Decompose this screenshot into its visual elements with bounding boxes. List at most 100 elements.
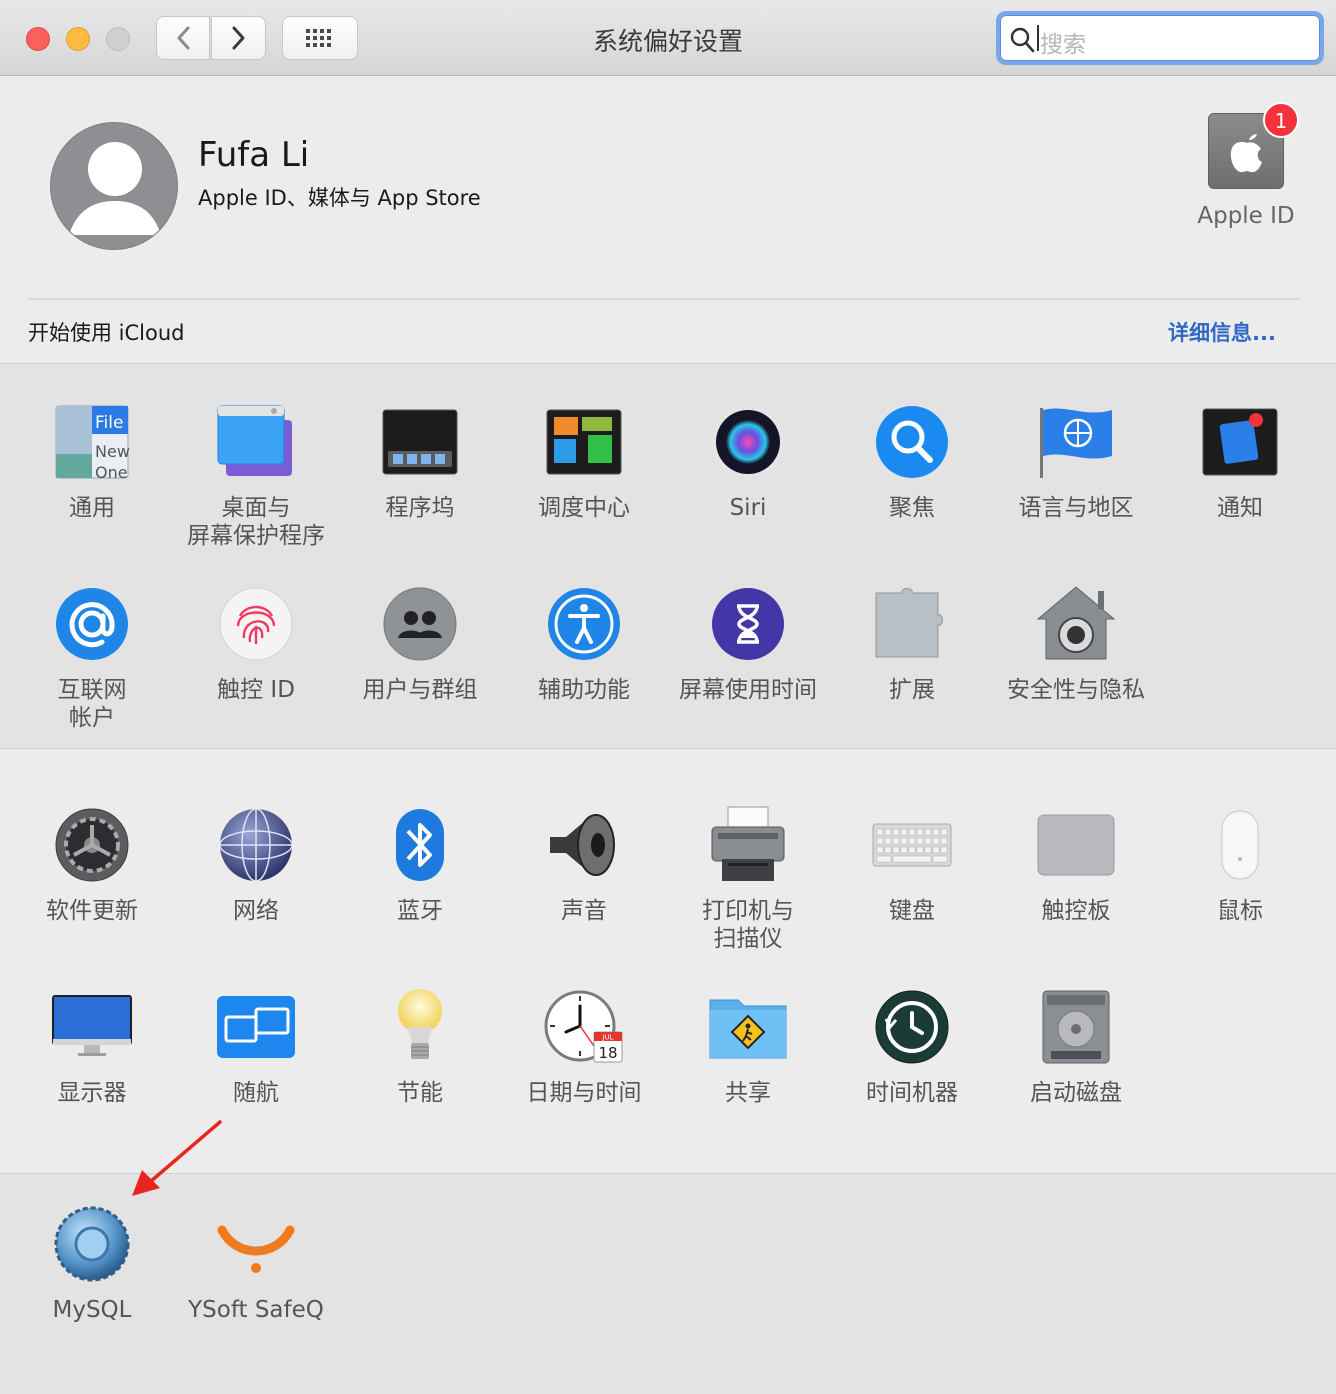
divider: [28, 298, 1300, 300]
mission-control-icon: [546, 409, 622, 475]
pane-mouse[interactable]: 鼠标: [1158, 805, 1322, 925]
users-groups-icon: [383, 587, 457, 661]
apple-id-pane[interactable]: 1 Apple ID: [1196, 102, 1299, 229]
annotation-arrow-icon: [132, 1120, 222, 1196]
pane-label: 语言与地区: [1018, 495, 1134, 521]
pane-dock[interactable]: 程序坞: [338, 402, 502, 522]
pane-sidecar[interactable]: 随航: [174, 987, 338, 1107]
pane-label: 安全性与隐私: [1007, 677, 1145, 703]
pane-security-privacy[interactable]: 安全性与隐私: [994, 584, 1158, 704]
security-privacy-icon: [1036, 586, 1116, 660]
pane-label: 蓝牙: [397, 898, 443, 924]
pane-label: 声音: [561, 898, 607, 924]
icloud-prompt: 开始使用 iCloud: [28, 321, 185, 345]
sound-icon: [550, 814, 615, 876]
search-placeholder: 搜索: [1040, 32, 1086, 58]
pane-spotlight[interactable]: 聚焦: [830, 402, 994, 522]
pane-startup-disk[interactable]: 启动磁盘: [994, 987, 1158, 1107]
svg-text:File: File: [95, 413, 123, 433]
pane-label: 通知: [1217, 495, 1263, 521]
general-icon: File New One: [55, 405, 130, 480]
pane-internet-accounts[interactable]: 互联网 帐户: [10, 584, 174, 732]
notifications-icon: [1202, 408, 1278, 476]
pane-notifications[interactable]: 通知: [1158, 402, 1322, 522]
user-subtitle: Apple ID、媒体与 App Store: [198, 186, 481, 210]
pane-sound[interactable]: 声音: [502, 805, 666, 925]
pane-trackpad[interactable]: 触控板: [994, 805, 1158, 925]
pane-bluetooth[interactable]: 蓝牙: [338, 805, 502, 925]
dock-icon: [382, 409, 458, 475]
sidecar-icon: [217, 996, 295, 1058]
title-bar: 系统偏好设置 搜索: [0, 0, 1336, 76]
pane-label: 时间机器: [866, 1080, 958, 1106]
pane-energy-saver[interactable]: 节能: [338, 987, 502, 1107]
pane-label: 用户与群组: [362, 677, 478, 703]
pane-language-region[interactable]: 语言与地区: [994, 402, 1158, 522]
mysql-icon: [54, 1206, 130, 1282]
keyboard-icon: [872, 823, 952, 867]
pane-displays[interactable]: 显示器: [10, 987, 174, 1107]
svg-text:18: 18: [598, 1044, 617, 1062]
account-header: Fufa Li Apple ID、媒体与 App Store 1 Apple I…: [0, 77, 1336, 363]
pane-sharing[interactable]: 共享: [666, 987, 830, 1107]
pane-label: 软件更新: [46, 898, 138, 924]
printer-scanner-icon: [711, 806, 785, 881]
time-machine-icon: [875, 990, 949, 1064]
svg-text:JUL: JUL: [601, 1034, 613, 1042]
pane-label: 聚焦: [889, 495, 935, 521]
pane-date-time[interactable]: JUL 18 日期与时间: [502, 987, 666, 1107]
pane-label: 随航: [233, 1080, 279, 1106]
pane-label: YSoft SafeQ: [188, 1297, 324, 1323]
pane-time-machine[interactable]: 时间机器: [830, 987, 994, 1107]
pane-extensions[interactable]: 扩展: [830, 584, 994, 704]
svg-text:One: One: [95, 463, 128, 480]
pane-general[interactable]: File New One 通用: [10, 402, 174, 522]
pane-network[interactable]: 网络: [174, 805, 338, 925]
avatar[interactable]: [50, 122, 178, 250]
pane-ysoft-safeq[interactable]: YSoft SafeQ: [174, 1204, 338, 1324]
pane-label: 调度中心: [538, 495, 630, 521]
apple-id-label: Apple ID: [1197, 203, 1295, 229]
language-region-icon: [1040, 408, 1112, 478]
pane-label: 日期与时间: [526, 1080, 642, 1106]
touch-id-icon: [219, 587, 293, 661]
pane-label: 通用: [69, 495, 115, 521]
pane-touch-id[interactable]: 触控 ID: [174, 584, 338, 704]
pane-label: 触控板: [1041, 898, 1111, 924]
pane-label: 启动磁盘: [1030, 1080, 1122, 1106]
pane-siri[interactable]: Siri: [666, 402, 830, 522]
internet-accounts-icon: [56, 588, 128, 660]
extensions-icon: [875, 588, 943, 658]
notification-badge: 1: [1263, 102, 1299, 138]
network-icon: [219, 808, 293, 882]
siri-icon: [712, 406, 784, 478]
pane-keyboard[interactable]: 键盘: [830, 805, 994, 925]
trackpad-icon: [1037, 814, 1115, 876]
spotlight-icon: [876, 406, 948, 478]
pane-software-update[interactable]: 软件更新: [10, 805, 174, 925]
pane-accessibility[interactable]: 辅助功能: [502, 584, 666, 704]
pane-desktop-screensaver[interactable]: 桌面与 屏幕保护程序: [174, 402, 338, 550]
pane-label: 屏幕使用时间: [679, 677, 817, 703]
details-link[interactable]: 详细信息...: [1168, 317, 1276, 347]
pane-mysql[interactable]: MySQL: [10, 1204, 174, 1324]
pane-users-groups[interactable]: 用户与群组: [338, 584, 502, 704]
pane-label: 网络: [233, 898, 279, 924]
date-time-icon: JUL 18: [544, 990, 623, 1063]
displays-icon: [52, 995, 132, 1056]
user-name: Fufa Li: [198, 135, 310, 175]
sharing-icon: [709, 999, 787, 1059]
search-icon: [1010, 27, 1035, 53]
pane-printers-scanners[interactable]: 打印机与 扫描仪: [666, 805, 830, 953]
pane-label: 触控 ID: [217, 677, 295, 703]
pane-screen-time[interactable]: 屏幕使用时间: [666, 584, 830, 704]
svg-text:New: New: [95, 442, 130, 461]
apple-id-tile: 1: [1208, 102, 1299, 189]
bluetooth-icon: [396, 809, 444, 881]
pane-label: Siri: [729, 495, 767, 521]
mouse-icon: [1221, 810, 1259, 880]
search-field[interactable]: 搜索: [996, 11, 1324, 65]
screen-time-icon: [712, 588, 784, 660]
pane-label: 程序坞: [385, 495, 455, 521]
pane-mission-control[interactable]: 调度中心: [502, 402, 666, 522]
